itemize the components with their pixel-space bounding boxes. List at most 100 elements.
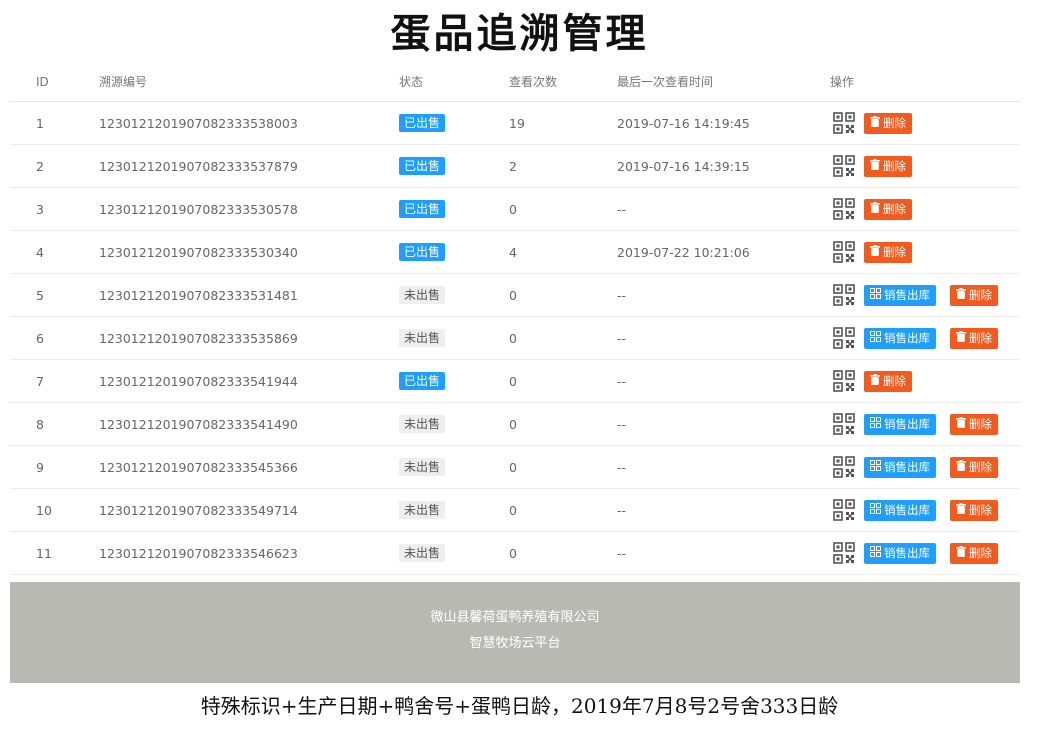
trace-code: 1230121201907082333545366 (99, 459, 298, 475)
table-row: 11 1230121201907082333546623 未出售 0 -- 销售出库 删除 (10, 532, 1020, 575)
delete-button[interactable]: 删除 (864, 155, 912, 177)
status-badge: 已出售 (399, 372, 446, 390)
qr-code-icon[interactable] (833, 241, 855, 263)
actions-cell: 销售出库 删除 (830, 403, 998, 445)
status-badge: 未出售 (399, 544, 446, 562)
trash-icon (870, 245, 883, 259)
status-badge: 未出售 (399, 286, 446, 304)
actions-cell: 销售出库 删除 (830, 446, 998, 488)
delete-button[interactable]: 删除 (950, 499, 998, 521)
ship-out-label: 销售出库 (884, 546, 930, 560)
grid-icon (870, 546, 884, 560)
ship-out-label: 销售出库 (884, 503, 930, 517)
status-cell: 已出售 (399, 102, 446, 144)
table-row: 6 1230121201907082333535869 未出售 0 -- 销售出库 删除 (10, 317, 1020, 360)
table-row: 10 1230121201907082333549714 未出售 0 -- 销售出库 删除 (10, 489, 1020, 532)
delete-button[interactable]: 删除 (864, 241, 912, 263)
status-badge: 未出售 (399, 415, 446, 433)
ship-out-label: 销售出库 (884, 417, 930, 431)
row-id: 2 (36, 158, 44, 174)
view-count: 0 (509, 502, 517, 518)
trace-code: 1230121201907082333546623 (99, 545, 298, 561)
last-view-time: -- (617, 330, 627, 346)
qr-code-icon[interactable] (833, 112, 855, 134)
last-view-time: 2019-07-16 14:19:45 (617, 115, 750, 131)
last-view-time: -- (617, 502, 627, 518)
qr-code-icon[interactable] (833, 542, 855, 564)
view-count: 0 (509, 287, 517, 303)
delete-label: 删除 (969, 546, 992, 560)
qr-code-icon[interactable] (833, 413, 855, 435)
trace-code: 1230121201907082333530340 (99, 244, 298, 260)
status-badge: 未出售 (399, 329, 446, 347)
grid-icon (870, 288, 884, 302)
row-id: 9 (36, 459, 44, 475)
ship-out-button[interactable]: 销售出库 (864, 456, 936, 478)
qr-code-icon[interactable] (833, 370, 855, 392)
delete-label: 删除 (969, 503, 992, 517)
delete-button[interactable]: 删除 (950, 542, 998, 564)
delete-button[interactable]: 删除 (950, 456, 998, 478)
header-last-view: 最后一次查看时间 (617, 75, 714, 89)
trash-icon (870, 374, 883, 388)
qr-code-icon[interactable] (833, 155, 855, 177)
row-id: 6 (36, 330, 44, 346)
actions-cell: 销售出库 删除 (830, 489, 998, 531)
qr-code-icon[interactable] (833, 456, 855, 478)
page-title: 蛋品追溯管理 (390, 10, 649, 57)
trash-icon (870, 159, 883, 173)
table-row: 4 1230121201907082333530340 已出售 4 2019-07-22… (10, 231, 1020, 274)
delete-button[interactable]: 删除 (864, 370, 912, 392)
status-badge: 未出售 (399, 501, 446, 519)
qr-code-icon[interactable] (833, 284, 855, 306)
trace-code: 1230121201907082333530578 (99, 201, 298, 217)
actions-cell: 销售出库 删除 (830, 317, 998, 359)
last-view-time: 2019-07-22 10:21:06 (617, 244, 750, 260)
delete-label: 删除 (883, 202, 906, 216)
status-cell: 未出售 (399, 532, 446, 574)
status-cell: 未出售 (399, 317, 446, 359)
trace-table: ID 溯源编号 状态 查看次数 最后一次查看时间 操作 1 12301212019… (10, 62, 1020, 575)
actions-cell: 删除 (830, 145, 912, 187)
delete-button[interactable]: 删除 (864, 112, 912, 134)
delete-button[interactable]: 删除 (864, 198, 912, 220)
delete-label: 删除 (969, 288, 992, 302)
grid-icon (870, 417, 884, 431)
ship-out-button[interactable]: 销售出库 (864, 413, 936, 435)
qr-code-icon[interactable] (833, 327, 855, 349)
delete-label: 删除 (969, 460, 992, 474)
table-body: 1 1230121201907082333538003 已出售 19 2019-07-1… (10, 102, 1020, 575)
last-view-time: -- (617, 416, 627, 432)
view-count: 19 (509, 115, 525, 131)
ship-out-button[interactable]: 销售出库 (864, 284, 936, 306)
trash-icon (956, 460, 969, 474)
delete-button[interactable]: 删除 (950, 413, 998, 435)
table-row: 8 1230121201907082333541490 未出售 0 -- 销售出库 删除 (10, 403, 1020, 446)
table-row: 5 1230121201907082333531481 未出售 0 -- 销售出库 删除 (10, 274, 1020, 317)
view-count: 0 (509, 201, 517, 217)
last-view-time: -- (617, 459, 627, 475)
grid-icon (870, 503, 884, 517)
actions-cell: 销售出库 删除 (830, 532, 998, 574)
actions-cell: 销售出库 删除 (830, 274, 998, 316)
qr-code-icon[interactable] (833, 198, 855, 220)
view-count: 4 (509, 244, 517, 260)
trash-icon (870, 116, 883, 130)
header-id: ID (36, 74, 49, 89)
delete-button[interactable]: 删除 (950, 284, 998, 306)
ship-out-button[interactable]: 销售出库 (864, 542, 936, 564)
delete-label: 删除 (969, 417, 992, 431)
actions-cell: 删除 (830, 231, 912, 273)
trash-icon (956, 331, 969, 345)
view-count: 0 (509, 459, 517, 475)
ship-out-button[interactable]: 销售出库 (864, 499, 936, 521)
delete-button[interactable]: 删除 (950, 327, 998, 349)
trace-code: 1230121201907082333541944 (99, 373, 298, 389)
status-badge: 已出售 (399, 157, 446, 175)
row-id: 8 (36, 416, 44, 432)
qr-code-icon[interactable] (833, 499, 855, 521)
trash-icon (956, 546, 969, 560)
trace-code: 1230121201907082333537879 (99, 158, 298, 174)
ship-out-label: 销售出库 (884, 331, 930, 345)
ship-out-button[interactable]: 销售出库 (864, 327, 936, 349)
